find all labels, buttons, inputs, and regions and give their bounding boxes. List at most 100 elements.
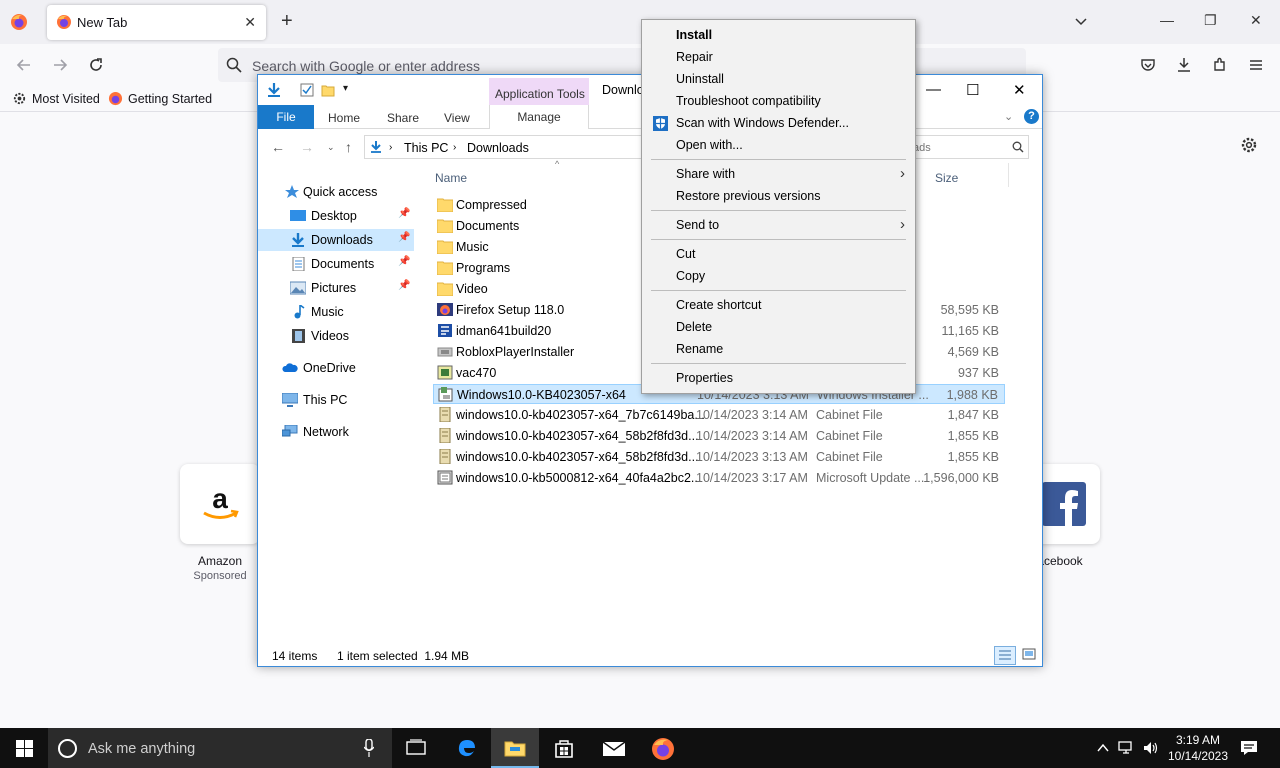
taskbar-mail[interactable] <box>589 728 637 768</box>
breadcrumb-separator-icon[interactable]: › <box>453 142 456 153</box>
menu-item-properties[interactable]: Properties <box>644 367 913 389</box>
help-icon[interactable]: ? <box>1024 109 1039 124</box>
restore-icon[interactable]: ❐ <box>1204 12 1217 29</box>
cloud-icon <box>282 363 298 372</box>
sidebar-item-quick-access[interactable]: Quick access <box>258 181 414 203</box>
close-window-icon[interactable]: ✕ <box>1250 12 1262 29</box>
pocket-icon[interactable] <box>1139 56 1157 74</box>
details-view-icon[interactable] <box>994 646 1016 665</box>
bookmark-most-visited[interactable]: Most Visited <box>12 91 100 106</box>
sidebar-item-network[interactable]: Network <box>258 421 414 443</box>
windows-start-icon[interactable] <box>16 740 33 757</box>
menu-item-install[interactable]: Install <box>644 24 913 46</box>
task-view-button[interactable] <box>392 728 440 768</box>
system-clock[interactable]: 3:19 AM 10/14/2023 <box>1166 732 1230 764</box>
network-tray-icon[interactable] <box>1118 740 1136 756</box>
downloads-icon[interactable] <box>1175 56 1193 74</box>
action-center-icon[interactable] <box>1240 740 1258 756</box>
explorer-search-input[interactable]: ads <box>908 135 1029 159</box>
file-row[interactable]: windows10.0-kb5000812-x64_40fa4a2bc2... 1… <box>433 468 1005 488</box>
qat-dropdown-icon[interactable]: ▾ <box>343 83 348 94</box>
firefox-menu-icon[interactable] <box>10 13 28 31</box>
sidebar-item-onedrive[interactable]: OneDrive <box>258 357 414 379</box>
extensions-icon[interactable] <box>1211 56 1229 74</box>
sidebar-item-downloads[interactable]: Downloads 📌 <box>258 229 414 251</box>
sidebar-item-music[interactable]: Music <box>258 301 414 323</box>
menu-item-open-with[interactable]: Open with... <box>644 134 913 156</box>
address-breadcrumb[interactable]: › This PC › Downloads <box>364 135 644 159</box>
menu-item-share-with[interactable]: Share with › <box>644 163 913 185</box>
taskbar-firefox[interactable] <box>638 728 686 768</box>
tab-list-chevron-icon[interactable] <box>1073 13 1089 29</box>
explorer-close-icon[interactable]: ✕ <box>1013 81 1026 99</box>
menu-item-cut[interactable]: Cut <box>644 243 913 265</box>
ribbon-tab-home[interactable]: Home <box>328 111 360 125</box>
new-folder-qat-icon[interactable] <box>321 83 335 97</box>
menu-item-scan-windows-defender[interactable]: Scan with Windows Defender... <box>644 112 913 134</box>
reload-icon[interactable] <box>87 56 105 74</box>
large-icons-view-icon[interactable] <box>1020 646 1040 665</box>
cortana-search-box[interactable]: Ask me anything <box>48 728 392 768</box>
breadcrumb-this-pc[interactable]: This PC <box>404 141 448 155</box>
tab-new-tab[interactable]: New Tab ✕ <box>47 5 266 40</box>
breadcrumb-downloads[interactable]: Downloads <box>467 141 529 155</box>
recent-locations-chevron-icon[interactable]: ⌄ <box>327 142 335 153</box>
menu-item-send-to[interactable]: Send to › <box>644 214 913 236</box>
menu-item-troubleshoot-compatibility[interactable]: Troubleshoot compatibility <box>644 90 913 112</box>
video-icon <box>292 329 305 343</box>
ribbon-tab-file[interactable]: File <box>258 105 314 129</box>
ribbon-tab-view[interactable]: View <box>444 111 470 125</box>
explorer-maximize-icon[interactable]: ☐ <box>966 81 979 99</box>
sidebar-item-documents[interactable]: Documents 📌 <box>258 253 414 275</box>
ribbon-expand-chevron-icon[interactable]: ⌄ <box>1004 110 1013 123</box>
new-tab-plus-icon[interactable]: + <box>281 11 293 31</box>
microphone-icon[interactable] <box>364 739 374 757</box>
newtab-settings-gear-icon[interactable] <box>1240 136 1258 154</box>
menu-item-restore-previous-versions[interactable]: Restore previous versions <box>644 185 913 207</box>
sidebar-item-this-pc[interactable]: This PC <box>258 389 414 411</box>
taskbar-edge[interactable] <box>443 728 491 768</box>
sidebar-item-videos[interactable]: Videos <box>258 325 414 347</box>
pin-icon[interactable]: 📌 <box>398 208 410 219</box>
back-arrow-icon[interactable] <box>15 56 33 74</box>
folder-icon <box>437 282 453 296</box>
explorer-minimize-icon[interactable]: — <box>926 81 941 98</box>
pin-icon[interactable]: 📌 <box>398 256 410 267</box>
file-row[interactable]: windows10.0-kb4023057-x64_7b7c6149ba... 1… <box>433 405 1005 425</box>
menu-item-copy[interactable]: Copy <box>644 265 913 287</box>
pin-icon[interactable]: 📌 <box>398 232 410 243</box>
forward-arrow-icon[interactable] <box>51 56 69 74</box>
taskbar: Ask me anything 3:19 AM 10/14/2023 <box>0 728 1280 768</box>
column-divider[interactable] <box>1008 163 1009 187</box>
hamburger-menu-icon[interactable] <box>1247 56 1265 74</box>
sidebar-item-desktop[interactable]: Desktop 📌 <box>258 205 414 227</box>
menu-separator <box>651 290 906 291</box>
taskbar-store[interactable] <box>540 728 588 768</box>
tray-chevron-up-icon[interactable] <box>1097 743 1109 753</box>
up-one-level-icon[interactable]: ↑ <box>345 139 352 155</box>
volume-icon[interactable] <box>1142 740 1160 756</box>
pin-icon[interactable]: 📌 <box>398 280 410 291</box>
breadcrumb-separator-icon[interactable]: › <box>389 142 392 153</box>
file-row[interactable]: windows10.0-kb4023057-x64_58b2f8fd3d... 1… <box>433 426 1005 446</box>
ribbon-tab-manage[interactable]: Manage <box>489 105 589 129</box>
menu-item-repair[interactable]: Repair <box>644 46 913 68</box>
explorer-forward-icon[interactable]: → <box>300 139 314 155</box>
tab-close-icon[interactable]: ✕ <box>244 14 256 31</box>
shortcut-amazon[interactable]: a <box>180 464 260 544</box>
file-row[interactable]: windows10.0-kb4023057-x64_58b2f8fd3d... 1… <box>433 447 1005 467</box>
ribbon-tab-share[interactable]: Share <box>387 111 419 125</box>
picture-icon <box>290 281 306 295</box>
taskbar-file-explorer[interactable] <box>491 728 539 768</box>
bookmark-getting-started[interactable]: Getting Started <box>108 91 212 106</box>
menu-item-create-shortcut[interactable]: Create shortcut <box>644 294 913 316</box>
minimize-icon[interactable]: — <box>1160 12 1174 28</box>
properties-qat-icon[interactable] <box>300 83 314 97</box>
menu-item-delete[interactable]: Delete <box>644 316 913 338</box>
menu-item-uninstall[interactable]: Uninstall <box>644 68 913 90</box>
column-header-size[interactable]: Size <box>935 171 958 185</box>
sidebar-item-pictures[interactable]: Pictures 📌 <box>258 277 414 299</box>
column-header-name[interactable]: Name <box>435 171 467 185</box>
menu-item-rename[interactable]: Rename <box>644 338 913 360</box>
explorer-back-icon[interactable]: ← <box>271 139 285 155</box>
